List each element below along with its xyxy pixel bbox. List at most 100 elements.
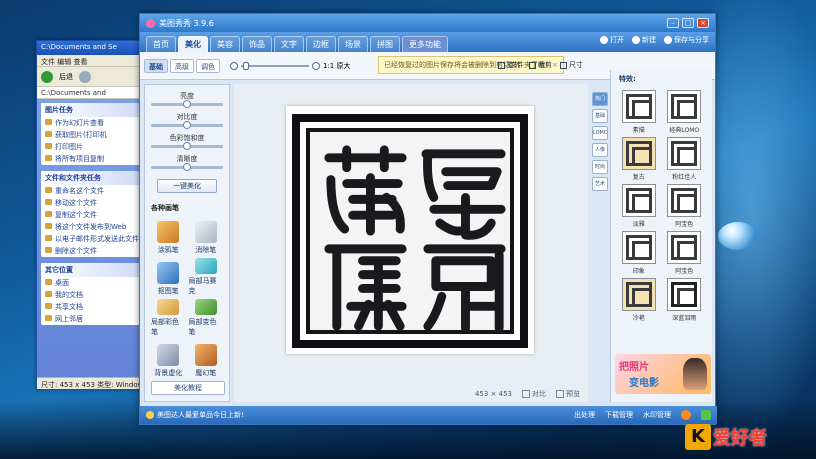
subtab-advanced[interactable]: 高级 bbox=[170, 58, 194, 73]
promo-line2: 变电影 bbox=[629, 378, 659, 389]
subtab-basic[interactable]: 基础 bbox=[144, 58, 168, 73]
tab-beauty[interactable]: 美容 bbox=[210, 36, 240, 52]
zoom-knob[interactable] bbox=[243, 61, 249, 70]
seal-border-white bbox=[300, 122, 520, 340]
back-icon[interactable] bbox=[41, 70, 53, 83]
slider-knob[interactable] bbox=[182, 100, 191, 108]
auto-beautify-button[interactable]: 一键美化 bbox=[157, 179, 217, 193]
subtab-color[interactable]: 调色 bbox=[196, 58, 220, 73]
effect-item[interactable]: 粉红佳人 bbox=[665, 137, 705, 181]
status-item[interactable]: 出处理 bbox=[574, 410, 595, 420]
pen-doodle[interactable]: 涂鸦笔 bbox=[151, 217, 186, 255]
app-titlebar[interactable]: 美图秀秀 3.9.6 – □ × bbox=[140, 14, 715, 32]
zoom-out-icon[interactable] bbox=[230, 61, 238, 70]
effect-item[interactable]: 印象 bbox=[619, 231, 659, 275]
effect-thumbnail bbox=[621, 137, 656, 170]
pen-blur[interactable]: 背景虚化 bbox=[151, 340, 186, 378]
new-button[interactable]: 新建 bbox=[632, 35, 656, 45]
pen-recolor[interactable]: 局部变色笔 bbox=[189, 299, 224, 337]
zoom-in-icon[interactable] bbox=[312, 61, 320, 70]
effect-item[interactable]: 淡雅 bbox=[619, 184, 659, 228]
zoom-actual-size[interactable]: 1:1 原大 bbox=[323, 61, 351, 71]
category-fashion[interactable]: 时尚 bbox=[592, 160, 608, 174]
tab-collage[interactable]: 拼图 bbox=[370, 36, 400, 52]
rotate-button[interactable]: 旋转 bbox=[498, 60, 521, 70]
effect-item[interactable]: 阿宝色 bbox=[665, 184, 705, 228]
effect-item[interactable]: 复古 bbox=[619, 137, 659, 181]
pen-magic[interactable]: 魔幻笔 bbox=[189, 340, 224, 378]
back-label[interactable]: 后退 bbox=[59, 72, 73, 82]
contrast-slider-row: 对比度 bbox=[151, 112, 223, 129]
compare-toggle[interactable]: 对比 bbox=[522, 389, 546, 399]
pen-cutout[interactable]: 抠图笔 bbox=[151, 258, 186, 296]
crop-icon bbox=[529, 61, 536, 69]
category-hot[interactable]: 热门 bbox=[592, 92, 608, 106]
weibo-icon[interactable] bbox=[681, 410, 691, 420]
effect-item[interactable]: 素描 bbox=[619, 90, 659, 134]
maximize-icon[interactable]: □ bbox=[682, 18, 694, 28]
close-icon[interactable]: × bbox=[697, 18, 709, 28]
effect-item[interactable]: 深蓝泪雨 bbox=[665, 278, 705, 322]
tab-more[interactable]: 更多功能 bbox=[402, 36, 448, 52]
effect-thumbnail bbox=[621, 184, 656, 217]
seal-glyphs bbox=[324, 145, 506, 333]
minimize-icon[interactable]: – bbox=[667, 18, 679, 28]
category-portrait[interactable]: 人像 bbox=[592, 143, 608, 157]
effect-thumbnail bbox=[621, 278, 656, 311]
pen-eraser[interactable]: 消除笔 bbox=[189, 217, 224, 255]
slider-knob[interactable] bbox=[182, 142, 191, 150]
seal-border-black bbox=[306, 128, 514, 334]
image-canvas[interactable] bbox=[286, 106, 534, 354]
resize-icon bbox=[560, 61, 567, 69]
zoom-slider[interactable] bbox=[241, 61, 309, 70]
effect-thumbnail bbox=[667, 278, 702, 311]
effect-item[interactable]: 经典LOMO bbox=[665, 90, 705, 134]
status-item[interactable]: 下载管理 bbox=[605, 410, 633, 420]
news-ticker[interactable]: 美图达人最爱单品今日上新! bbox=[146, 410, 244, 420]
tab-scene[interactable]: 场景 bbox=[338, 36, 368, 52]
slider-knob[interactable] bbox=[182, 163, 191, 171]
crop-button[interactable]: 裁剪 bbox=[529, 60, 552, 70]
tutorial-button[interactable]: 美化教程 bbox=[151, 381, 225, 395]
pen-mosaic[interactable]: 局部马赛克 bbox=[189, 258, 224, 296]
new-icon bbox=[632, 36, 640, 44]
add-icon[interactable] bbox=[701, 410, 711, 420]
image-size: 453 × 453 bbox=[474, 390, 512, 398]
preview-toggle[interactable]: 预览 bbox=[556, 389, 580, 399]
category-lomo[interactable]: LOMO bbox=[592, 126, 608, 140]
water-droplet-icon bbox=[718, 222, 758, 250]
effect-item[interactable]: 冷艳 bbox=[619, 278, 659, 322]
category-art[interactable]: 艺术 bbox=[592, 177, 608, 191]
pen-color[interactable]: 局部彩色笔 bbox=[151, 299, 186, 337]
tab-text[interactable]: 文字 bbox=[274, 36, 304, 52]
open-icon bbox=[600, 36, 608, 44]
effect-thumbnail bbox=[667, 90, 702, 123]
category-basic[interactable]: 基础 bbox=[592, 109, 608, 123]
app-statusbar: 美图达人最爱单品今日上新! 出处理 下载管理 水印管理 bbox=[140, 406, 717, 424]
zoom-control: 1:1 原大 bbox=[230, 61, 351, 71]
tab-home[interactable]: 首页 bbox=[146, 36, 176, 52]
effects-title: 特效: bbox=[619, 75, 636, 83]
tab-beautify[interactable]: 美化 bbox=[178, 36, 208, 52]
promo-banner[interactable]: 把照片 变电影 bbox=[615, 354, 711, 394]
brightness-slider[interactable] bbox=[151, 100, 223, 108]
resize-button[interactable]: 尺寸 bbox=[560, 60, 583, 70]
effect-item[interactable]: 阿宝色 bbox=[665, 231, 705, 275]
contrast-slider[interactable] bbox=[151, 121, 223, 129]
tab-border[interactable]: 边框 bbox=[306, 36, 336, 52]
save-share-button[interactable]: 保存与分享 bbox=[664, 35, 709, 45]
pens-grid: 涂鸦笔 消除笔 抠图笔 局部马赛克 局部彩色笔 局部变色笔 背景虚化 魔幻笔 bbox=[145, 213, 229, 382]
open-button[interactable]: 打开 bbox=[600, 35, 624, 45]
color-pen-icon bbox=[157, 299, 180, 315]
blur-icon bbox=[157, 344, 180, 366]
news-text: 美图达人最爱单品今日上新! bbox=[157, 411, 244, 419]
tab-decor[interactable]: 饰品 bbox=[242, 36, 272, 52]
watermark-logo: K bbox=[685, 424, 711, 450]
forward-icon[interactable] bbox=[79, 70, 91, 83]
status-item[interactable]: 水印管理 bbox=[643, 410, 671, 420]
slider-knob[interactable] bbox=[182, 121, 191, 129]
canvas-area: 453 × 453 对比 预览 bbox=[234, 84, 588, 402]
sharpness-slider[interactable] bbox=[151, 163, 223, 171]
meitu-window: 美图秀秀 3.9.6 – □ × 首页 美化 美容 饰品 文字 边框 场景 拼图… bbox=[139, 13, 717, 425]
saturation-slider[interactable] bbox=[151, 142, 223, 150]
